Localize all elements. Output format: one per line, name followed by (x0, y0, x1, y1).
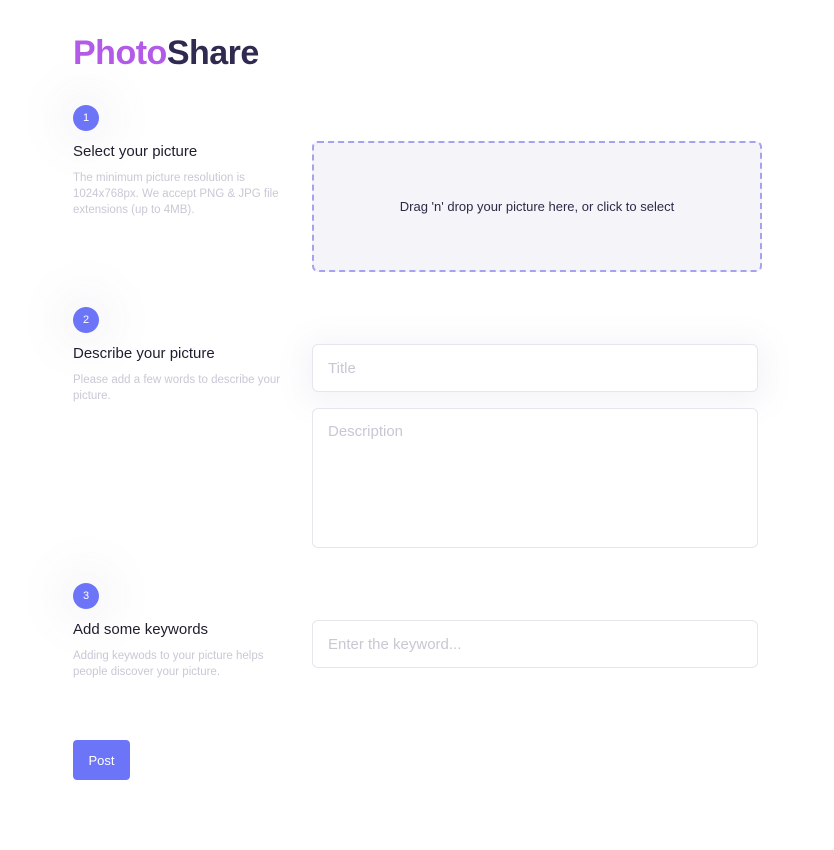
keyword-input[interactable] (312, 620, 758, 668)
step-3-badge: 3 (73, 583, 99, 609)
step-2-description: Please add a few words to describe your … (73, 374, 281, 402)
logo-part-share: Share (166, 34, 260, 72)
step-1-description: The minimum picture resolution is 1024x7… (73, 172, 279, 216)
description-textarea[interactable] (312, 408, 758, 548)
title-input[interactable] (312, 344, 758, 392)
app-logo: PhotoShare (73, 33, 259, 73)
dropzone-text: Drag 'n' drop your picture here, or clic… (399, 198, 675, 214)
logo-part-photo: Photo (73, 34, 167, 72)
post-button[interactable]: Post (73, 740, 130, 780)
step-1-badge: 1 (73, 105, 99, 131)
step-2-title: Describe your picture (73, 345, 215, 362)
step-3-description: Adding keywods to your picture helps peo… (73, 650, 264, 678)
step-1-title: Select your picture (73, 143, 198, 160)
step-3-title: Add some keywords (73, 621, 209, 638)
step-2-badge: 2 (73, 307, 99, 333)
picture-dropzone[interactable]: Drag 'n' drop your picture here, or clic… (312, 141, 762, 272)
